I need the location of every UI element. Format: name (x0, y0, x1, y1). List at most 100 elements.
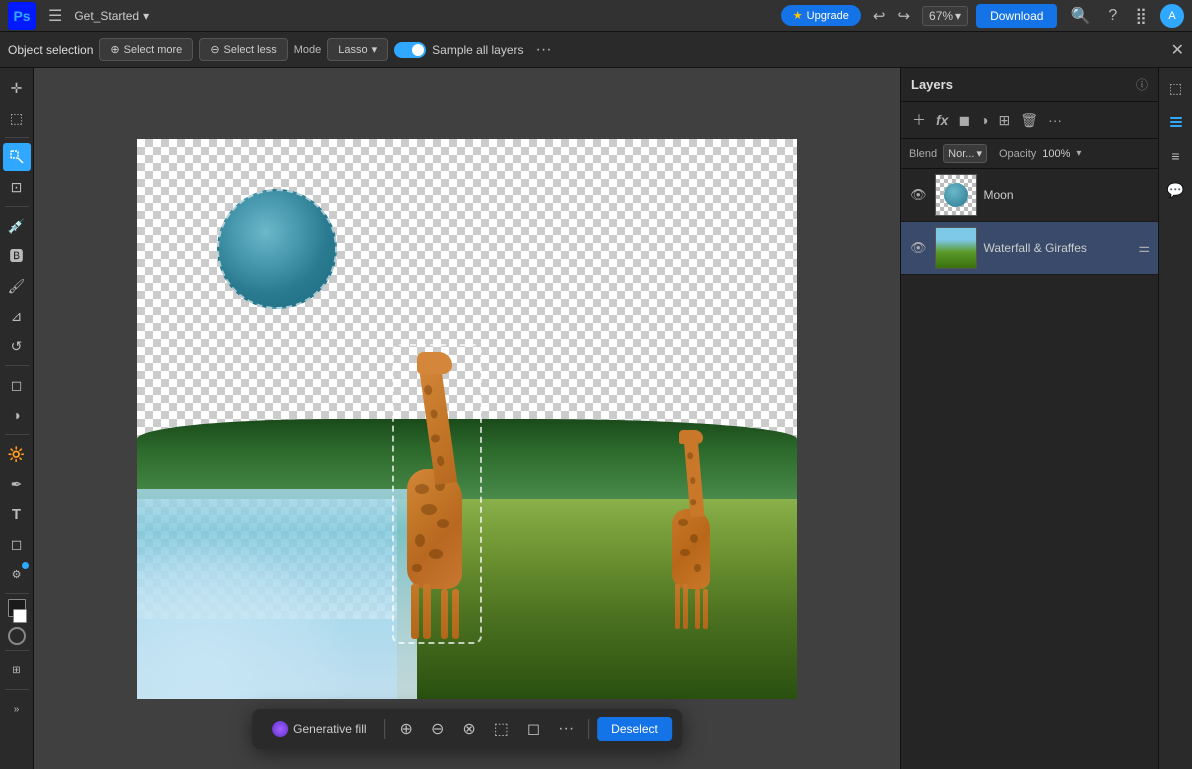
artboard-tool[interactable]: ⬚ (3, 104, 31, 132)
properties-icon[interactable]: ⬚ (1162, 74, 1190, 102)
layer-item-waterfall[interactable]: 👁 Waterfall & Giraffes ⚌ (901, 222, 1158, 275)
floating-toolbar: Generative fill ⊕ ⊖ ⊗ ⬚ ◻ ··· Deselect (252, 709, 682, 749)
crop-tool[interactable]: ⊡ (3, 173, 31, 201)
brush-tool[interactable]: 🖌 (3, 272, 31, 300)
opacity-label: Opacity (999, 148, 1036, 160)
adjustments-icon[interactable]: ≡ (1162, 142, 1190, 170)
smart-filter-icon[interactable]: ⚌ (1138, 240, 1150, 256)
chevron-down-icon: ▾ (976, 147, 982, 160)
mode-label: Mode (294, 44, 322, 56)
zoom-control[interactable]: 67% ▾ (922, 6, 968, 26)
subtract-selection-button[interactable]: ⊖ (425, 715, 450, 743)
layers-icon[interactable] (1162, 108, 1190, 136)
thumb-moon-circle (944, 183, 968, 207)
chevron-down-icon: ▾ (372, 43, 378, 56)
group-button[interactable]: ⊞ (996, 109, 1014, 132)
adjustment-button[interactable]: ◑ (977, 109, 991, 131)
giraffe1-leg3 (441, 589, 448, 639)
layer-thumbnail-waterfall (935, 227, 977, 269)
waterfall-mist (137, 539, 357, 699)
minus-icon: ⊖ (210, 43, 219, 56)
search-icon[interactable]: 🔍 (1065, 4, 1095, 28)
file-name[interactable]: Get_Started ▾ (74, 9, 149, 23)
add-selection-button[interactable]: ⊕ (394, 715, 419, 743)
gradient-tool[interactable]: ◑ (3, 401, 31, 429)
toggle-switch[interactable] (394, 42, 426, 58)
hamburger-menu[interactable]: ☰ (44, 4, 66, 28)
sample-all-layers-toggle[interactable]: Sample all layers (394, 42, 523, 58)
giraffe1-leg2 (423, 584, 431, 639)
layer-visibility-waterfall[interactable]: 👁 (909, 239, 928, 257)
layer-item-moon[interactable]: 👁 Moon (901, 169, 1158, 222)
giraffe2-leg1 (675, 584, 680, 629)
fx-button[interactable]: fx (933, 109, 951, 131)
redo-button[interactable]: ↪ (893, 5, 914, 27)
toggle-knob (412, 44, 424, 56)
screen-mode-tool[interactable]: ⊞ (3, 656, 31, 684)
clone-tool[interactable]: ⊿ (3, 302, 31, 330)
mask-button[interactable]: ◼ (955, 109, 973, 132)
more-options-button[interactable]: ··· (530, 39, 558, 61)
layer-visibility-moon[interactable]: 👁 (909, 186, 928, 204)
deselect-button[interactable]: Deselect (597, 717, 672, 741)
selection-tool[interactable] (3, 143, 31, 171)
pen-tool[interactable]: ✒ (3, 470, 31, 498)
comments-icon[interactable]: 💬 (1162, 176, 1190, 204)
sample-all-label: Sample all layers (432, 43, 523, 57)
layer-thumbnail-moon (935, 174, 977, 216)
select-more-button[interactable]: ⊕ Select more (99, 38, 193, 61)
eyedropper-tool[interactable]: 💉 (3, 212, 31, 240)
expand-tools[interactable]: » (3, 695, 31, 723)
giraffe2-leg4 (703, 589, 708, 629)
upgrade-button[interactable]: ★ Upgrade (781, 5, 861, 26)
toolbar-separator (385, 719, 386, 739)
apps-icon[interactable]: ⣿ (1130, 4, 1152, 28)
color-swatches[interactable] (7, 599, 27, 623)
undo-button[interactable]: ↩ (869, 5, 890, 27)
giraffe1-leg1 (411, 584, 419, 639)
feather-button[interactable]: ⬚ (488, 715, 515, 743)
right-icon-strip: ⬚ ≡ 💬 (1158, 68, 1192, 769)
eraser-tool[interactable]: ◻ (3, 371, 31, 399)
opacity-dropdown-arrow[interactable]: ▾ (1076, 148, 1081, 159)
dodge-tool[interactable]: 🔆 (3, 440, 31, 468)
history-brush-tool[interactable]: ↺ (3, 332, 31, 360)
neural-filter[interactable]: ⚙ (3, 560, 31, 588)
toolbar: ✛ ⬚ ⊡ 💉 🅱 🖌 ⊿ ↺ ◻ ◑ 🔆 ✒ T ◻ ⚙ (0, 68, 34, 769)
shape-tool[interactable]: ◻ (3, 530, 31, 558)
spot-heal-tool[interactable]: 🅱 (3, 242, 31, 270)
giraffe1-neck (419, 363, 457, 485)
close-button[interactable]: ✕ (1171, 40, 1184, 60)
move-tool[interactable]: ✛ (3, 74, 31, 102)
main-area: ✛ ⬚ ⊡ 💉 🅱 🖌 ⊿ ↺ ◻ ◑ 🔆 ✒ T ◻ ⚙ (0, 68, 1192, 769)
select-less-button[interactable]: ⊖ Select less (199, 38, 287, 61)
layers-list: 👁 Moon 👁 Waterfall & Giraffes ⚌ (901, 169, 1158, 769)
delete-layer-button[interactable]: 🗑 (1017, 109, 1041, 132)
generative-fill-button[interactable]: Generative fill (262, 717, 376, 741)
opacity-value: 100% (1042, 148, 1070, 160)
moon-circle (217, 189, 337, 309)
giraffe1 (397, 349, 477, 639)
new-layer-button[interactable]: ＋ (909, 107, 929, 133)
canvas[interactable] (137, 139, 797, 699)
layers-info-icon[interactable]: ⓘ (1136, 76, 1148, 93)
quick-mask-tool[interactable] (8, 627, 26, 645)
more-layers-button[interactable]: ··· (1045, 109, 1065, 131)
intersect-selection-button[interactable]: ⊗ (456, 715, 481, 743)
giraffe2-neck (684, 436, 705, 517)
star-icon: ★ (793, 9, 803, 22)
toolbar-separator-2 (588, 719, 589, 739)
options-bar: Object selection ⊕ Select more ⊖ Select … (0, 32, 1192, 68)
more-selection-button[interactable]: ··· (552, 716, 580, 742)
refine-edge-button[interactable]: ◻ (521, 715, 546, 743)
help-icon[interactable]: ? (1103, 5, 1122, 27)
canvas-area: Generative fill ⊕ ⊖ ⊗ ⬚ ◻ ··· Deselect (34, 68, 900, 769)
scene (137, 319, 797, 699)
avatar[interactable]: A (1160, 4, 1184, 28)
firefly-icon (272, 721, 288, 737)
text-tool[interactable]: T (3, 500, 31, 528)
download-button[interactable]: Download (976, 4, 1057, 28)
blend-mode-select[interactable]: Nor... ▾ (943, 144, 987, 163)
giraffe1-head (417, 352, 452, 374)
lasso-dropdown[interactable]: Lasso ▾ (327, 38, 388, 61)
